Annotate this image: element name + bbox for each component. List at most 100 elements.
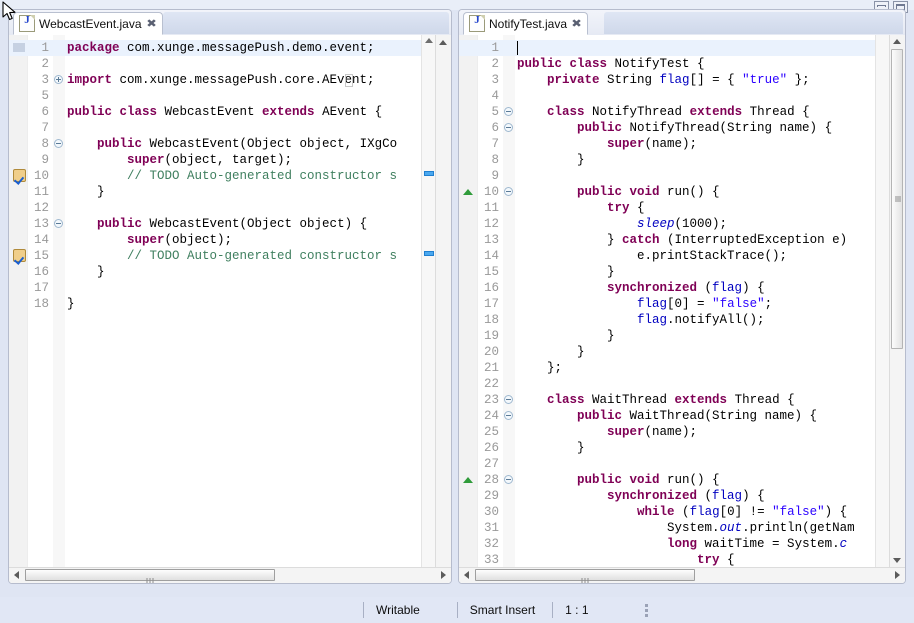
fold-collapse-icon[interactable] [504, 123, 513, 132]
code-line[interactable]: 22 [459, 376, 905, 392]
overview-ruler-left[interactable] [421, 35, 436, 567]
code-line[interactable]: 7 super(name); [459, 136, 905, 152]
todo-task-icon[interactable] [13, 249, 26, 262]
fold-collapse-icon[interactable] [504, 395, 513, 404]
code-line[interactable]: 9 [459, 168, 905, 184]
code-line[interactable]: 12 sleep(1000); [459, 216, 905, 232]
text-caret [517, 41, 518, 55]
fold-collapse-icon[interactable] [504, 187, 513, 196]
code-line[interactable]: 26 } [459, 440, 905, 456]
code-line[interactable]: 5 [9, 88, 451, 104]
code-line[interactable]: 6 public class WebcastEvent extends AEven… [9, 104, 451, 120]
line-text: } [67, 265, 105, 279]
scroll-up-arrow-icon[interactable] [893, 39, 901, 44]
overview-marker[interactable] [424, 171, 434, 176]
vscroll-thumb-right[interactable] [891, 49, 903, 349]
code-line[interactable]: 7 [9, 120, 451, 136]
line-number: 9 [41, 153, 49, 167]
hscroll-thumb-right[interactable] [475, 569, 695, 583]
fold-collapse-icon[interactable] [54, 139, 63, 148]
code-line[interactable]: 17 [9, 280, 451, 296]
code-line[interactable]: 25 super(name); [459, 424, 905, 440]
code-line[interactable]: 11 try { [459, 200, 905, 216]
scroll-right-arrow-icon[interactable] [441, 571, 446, 579]
line-number: 3 [491, 73, 499, 87]
hscroll-thumb-left[interactable] [25, 569, 275, 583]
scroll-left-arrow-icon[interactable] [464, 571, 469, 579]
line-number: 18 [33, 297, 49, 311]
line-text: } [67, 297, 75, 311]
code-line[interactable]: 30 while (flag[0] != "false") { [459, 504, 905, 520]
scroll-left-arrow-icon[interactable] [14, 571, 19, 579]
tab-notifytest[interactable]: NotifyTest.java ✖ [463, 12, 589, 35]
horizontal-scrollbar-right[interactable] [459, 567, 905, 583]
close-icon[interactable]: ✖ [146, 18, 157, 29]
line-text: sleep(1000); [637, 217, 728, 231]
code-line[interactable]: 17 flag[0] = "false"; [459, 296, 905, 312]
fold-collapse-icon[interactable] [504, 475, 513, 484]
line-text: try { [697, 553, 735, 567]
code-line[interactable]: 20 } [459, 344, 905, 360]
code-line[interactable]: 28 public void run() { [459, 472, 905, 488]
scroll-down-arrow-icon[interactable] [893, 558, 901, 563]
editor-pane-right: NotifyTest.java ✖ 12public class NotifyT… [458, 9, 906, 584]
code-line[interactable]: 5 class NotifyThread extends Thread { [459, 104, 905, 120]
tab-row-filler [163, 12, 449, 34]
code-line[interactable]: 8 public WebcastEvent(Object object, IXg… [9, 136, 451, 152]
code-line[interactable]: 15 // TODO Auto-generated constructor s [9, 248, 451, 264]
code-line[interactable]: 14 e.printStackTrace(); [459, 248, 905, 264]
line-number: 10 [483, 185, 499, 199]
bookmark-marker-icon [13, 43, 25, 52]
overview-ruler-right[interactable] [875, 35, 890, 567]
tab-webcastevent[interactable]: WebcastEvent.java ✖ [13, 12, 163, 35]
code-line[interactable]: 1 [459, 40, 905, 56]
code-line[interactable]: 16 synchronized (flag) { [459, 280, 905, 296]
code-line[interactable]: 11 } [9, 184, 451, 200]
vertical-scrollbar-left[interactable] [435, 35, 451, 567]
code-line[interactable]: 13 } catch (InterruptedException e) [459, 232, 905, 248]
code-line[interactable]: 9 super(object, target); [9, 152, 451, 168]
code-line[interactable]: 13 public WebcastEvent(Object object) { [9, 216, 451, 232]
scroll-right-arrow-icon[interactable] [895, 571, 900, 579]
code-line[interactable]: 8 } [459, 152, 905, 168]
code-area-left[interactable]: 1 package com.xunge.messagePush.demo.even… [9, 35, 451, 583]
code-line[interactable]: 12 [9, 200, 451, 216]
fold-collapse-icon[interactable] [504, 411, 513, 420]
code-line[interactable]: 29 synchronized (flag) { [459, 488, 905, 504]
code-line[interactable]: 3 private String flag[] = { "true" }; [459, 72, 905, 88]
code-line[interactable]: 31 System.out.println(getNam [459, 520, 905, 536]
code-line[interactable]: 19 } [459, 328, 905, 344]
code-line[interactable]: 10 // TODO Auto-generated constructor s [9, 168, 451, 184]
code-line[interactable]: 18} [9, 296, 451, 312]
fold-collapse-icon[interactable] [54, 219, 63, 228]
code-line[interactable]: 18 flag.notifyAll(); [459, 312, 905, 328]
line-text: public WaitThread(String name) { [577, 409, 818, 423]
code-line[interactable]: 24 public WaitThread(String name) { [459, 408, 905, 424]
code-line[interactable]: 6 public NotifyThread(String name) { [459, 120, 905, 136]
code-line[interactable]: 2 [9, 56, 451, 72]
line-number: 6 [41, 105, 49, 119]
code-line[interactable]: 10 public void run() { [459, 184, 905, 200]
code-line[interactable]: 33 try { [459, 552, 905, 568]
line-text: public void run() { [577, 185, 720, 199]
code-line[interactable]: 27 [459, 456, 905, 472]
code-line[interactable]: 15 } [459, 264, 905, 280]
code-line[interactable]: 1 package com.xunge.messagePush.demo.even… [9, 40, 451, 56]
fold-collapse-icon[interactable] [504, 107, 513, 116]
overview-marker[interactable] [424, 251, 434, 256]
code-line[interactable]: 3 import com.xunge.messagePush.core.AEven… [9, 72, 451, 88]
code-line[interactable]: 23 class WaitThread extends Thread { [459, 392, 905, 408]
horizontal-scrollbar-left[interactable] [9, 567, 451, 583]
code-area-right[interactable]: 1 2 public class NotifyTest {3 private Str… [459, 35, 905, 583]
scroll-up-arrow-icon[interactable] [439, 40, 447, 45]
code-line[interactable]: 4 [459, 88, 905, 104]
fold-expand-icon[interactable] [54, 75, 63, 84]
code-line[interactable]: 2 public class NotifyTest { [459, 56, 905, 72]
close-icon[interactable]: ✖ [571, 18, 582, 29]
code-line[interactable]: 32 long waitTime = System.c [459, 536, 905, 552]
code-line[interactable]: 16 } [9, 264, 451, 280]
code-line[interactable]: 21 }; [459, 360, 905, 376]
todo-task-icon[interactable] [13, 169, 26, 182]
vertical-scrollbar-right[interactable] [889, 35, 905, 567]
code-line[interactable]: 14 super(object); [9, 232, 451, 248]
